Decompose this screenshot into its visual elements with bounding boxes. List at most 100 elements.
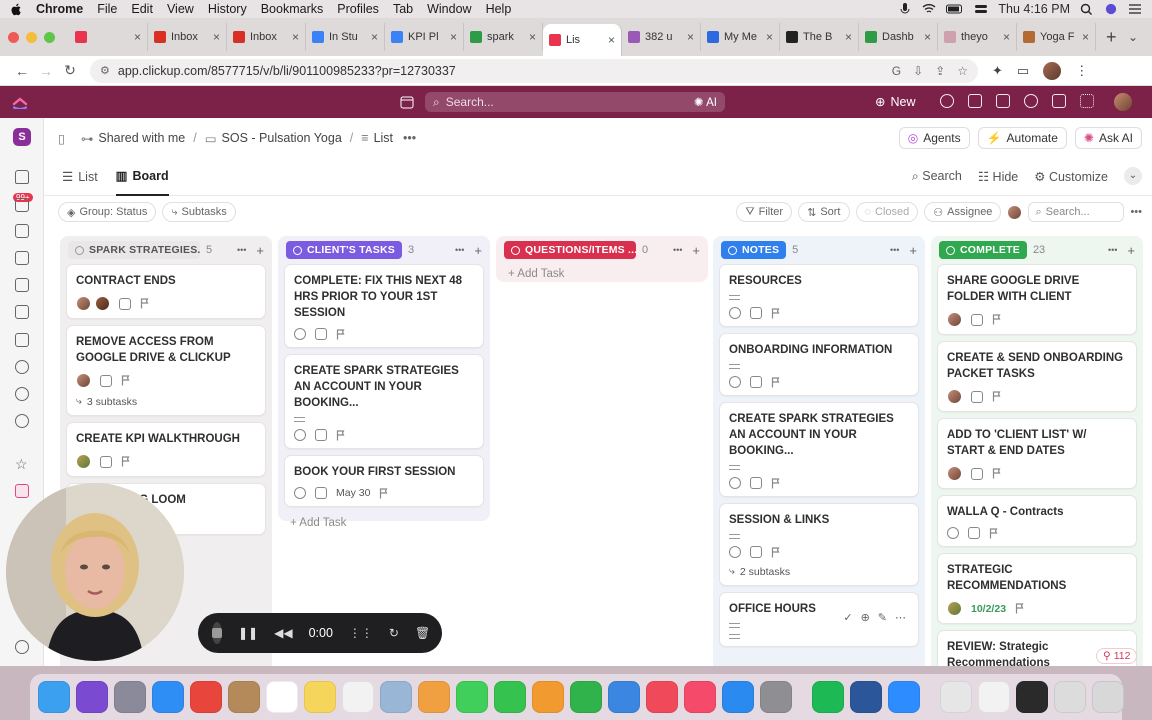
breadcrumb-more-icon[interactable]: •••	[403, 131, 416, 145]
forms-icon[interactable]	[15, 305, 29, 319]
safari-icon[interactable]	[152, 681, 184, 713]
subtasks-toggle[interactable]: ⤷ 2 subtasks	[729, 565, 909, 578]
close-tab-icon[interactable]: ×	[1003, 30, 1010, 44]
home-icon[interactable]	[15, 170, 29, 184]
due-date-calendar-icon[interactable]	[100, 455, 112, 468]
due-date-text[interactable]: 10/2/23	[971, 603, 1006, 615]
task-card[interactable]: CREATE SPARK STRATEGIES AN ACCOUNT IN YO…	[719, 402, 919, 497]
priority-flag-icon[interactable]	[379, 487, 389, 499]
due-date-calendar-icon[interactable]	[315, 328, 327, 340]
menu-view[interactable]: View	[167, 2, 194, 16]
browser-tab[interactable]: My Me ×	[701, 23, 780, 51]
column-more-icon[interactable]: •••	[455, 243, 464, 258]
due-date-calendar-icon[interactable]	[971, 313, 983, 326]
tab-search-chevron-icon[interactable]: ⌄	[1128, 30, 1138, 44]
assignee-placeholder-icon[interactable]	[294, 429, 306, 441]
column-more-icon[interactable]: •••	[237, 243, 246, 258]
priority-flag-icon[interactable]	[1015, 603, 1025, 614]
sort-button[interactable]: ⇅ Sort	[798, 202, 850, 222]
terminal-window-icon[interactable]	[1016, 681, 1048, 713]
close-tab-icon[interactable]: ×	[213, 30, 220, 44]
browser-tab[interactable]: 382 u ×	[622, 23, 701, 51]
due-date-text[interactable]: May 30	[336, 487, 370, 499]
app-store-icon[interactable]	[722, 681, 754, 713]
ask-ai-button[interactable]: ✺ Ask AI	[1074, 127, 1142, 149]
subtasks-toggle[interactable]: ⤷ 3 subtasks	[76, 395, 256, 408]
priority-flag-icon[interactable]	[140, 298, 150, 309]
menu-window[interactable]: Window	[427, 2, 471, 16]
close-tab-icon[interactable]: ×	[529, 30, 536, 44]
task-title[interactable]: BOOK YOUR FIRST SESSION	[294, 464, 474, 480]
priority-flag-icon[interactable]	[771, 546, 781, 558]
browser-tab[interactable]: The B ×	[780, 23, 859, 51]
column-add-icon[interactable]: +	[1127, 243, 1135, 258]
status-pill[interactable]: CLIENT'S TASKS	[286, 241, 402, 259]
launchpad-icon[interactable]	[114, 681, 146, 713]
assignee-avatar[interactable]	[76, 296, 91, 311]
task-title[interactable]: SHARE GOOGLE DRIVE FOLDER WITH CLIENT	[947, 273, 1127, 305]
breadcrumb-list[interactable]: List	[374, 131, 393, 145]
video-record-icon[interactable]	[996, 94, 1010, 108]
due-date-calendar-icon[interactable]	[750, 546, 762, 558]
assignee-placeholder-icon[interactable]	[729, 376, 741, 388]
more-icon[interactable]: ⋯	[895, 611, 906, 624]
filter-button[interactable]: ⛛ Filter	[736, 202, 793, 222]
status-pill[interactable]: NOTES	[721, 241, 787, 259]
timesheets-icon[interactable]	[15, 387, 29, 401]
assignee-placeholder-icon[interactable]	[729, 477, 741, 489]
reload-icon[interactable]: ↻	[58, 62, 82, 79]
help-icon[interactable]	[15, 640, 29, 654]
status-pill[interactable]: COMPLETE	[939, 241, 1027, 259]
siri-app-icon[interactable]	[76, 681, 108, 713]
close-tab-icon[interactable]: ×	[371, 30, 378, 44]
user-avatar[interactable]	[1114, 93, 1132, 111]
back-arrow-icon[interactable]: ←	[10, 63, 34, 79]
menu-tab[interactable]: Tab	[393, 2, 413, 16]
chrome-profile-avatar[interactable]	[1043, 61, 1062, 80]
photos-icon[interactable]	[418, 681, 450, 713]
assignee-placeholder-icon[interactable]	[947, 527, 959, 539]
google-lens-icon[interactable]: G	[892, 64, 901, 78]
task-card[interactable]: CREATE KPI WALKTHROUGH	[66, 422, 266, 477]
chrome-icon[interactable]	[190, 681, 222, 713]
agents-button[interactable]: ◎ Agents	[898, 127, 970, 149]
browser-tab[interactable]: Dashb ×	[859, 23, 938, 51]
board-filter-search[interactable]: ⌕ Search...	[1028, 202, 1125, 222]
edit-pencil-icon[interactable]: ✎	[878, 611, 887, 624]
plus-circle-icon[interactable]: ⊕	[861, 611, 870, 624]
trash-bin-icon[interactable]	[1092, 681, 1124, 713]
due-date-calendar-icon[interactable]	[968, 527, 980, 539]
notepad-icon[interactable]	[968, 94, 982, 108]
minimize-window-button[interactable]	[26, 31, 37, 43]
task-title[interactable]: ONBOARDING INFORMATION	[729, 342, 909, 358]
due-date-calendar-icon[interactable]	[100, 374, 112, 387]
breadcrumb-space[interactable]: SOS - Pulsation Yoga	[222, 131, 342, 145]
notification-center-icon[interactable]	[1128, 3, 1142, 15]
task-card[interactable]: CONTRACT ENDS	[66, 264, 266, 319]
forward-arrow-icon[interactable]: →	[34, 63, 58, 79]
preview-icon[interactable]	[380, 681, 412, 713]
bookmark-star-icon[interactable]: ☆	[957, 64, 968, 78]
add-task-button[interactable]: + Add Task	[496, 264, 708, 284]
workspace-switcher[interactable]: S	[13, 128, 31, 146]
new-tab-icon[interactable]: +	[1106, 27, 1117, 48]
due-date-calendar-icon[interactable]	[119, 297, 131, 310]
recent-file-icon[interactable]	[978, 681, 1010, 713]
close-tab-icon[interactable]: ×	[134, 30, 141, 44]
priority-flag-icon[interactable]	[121, 375, 131, 386]
messages-icon[interactable]	[456, 681, 488, 713]
priority-flag-icon[interactable]	[992, 391, 1002, 402]
column-more-icon[interactable]: •••	[673, 243, 682, 258]
calendar-icon[interactable]	[400, 95, 414, 109]
extensions-puzzle-icon[interactable]: ✦	[992, 63, 1003, 79]
contacts-icon[interactable]	[228, 681, 260, 713]
hide-button[interactable]: ☷ Hide	[978, 169, 1018, 184]
priority-flag-icon[interactable]	[989, 527, 999, 539]
siri-icon[interactable]	[1104, 3, 1118, 15]
system-settings-icon[interactable]	[760, 681, 792, 713]
column-add-icon[interactable]: +	[474, 243, 482, 258]
pages-icon[interactable]	[532, 681, 564, 713]
assignee-avatar[interactable]	[947, 466, 962, 481]
assignee-avatar[interactable]	[947, 312, 962, 327]
pause-icon[interactable]: ❚❚	[238, 626, 258, 640]
